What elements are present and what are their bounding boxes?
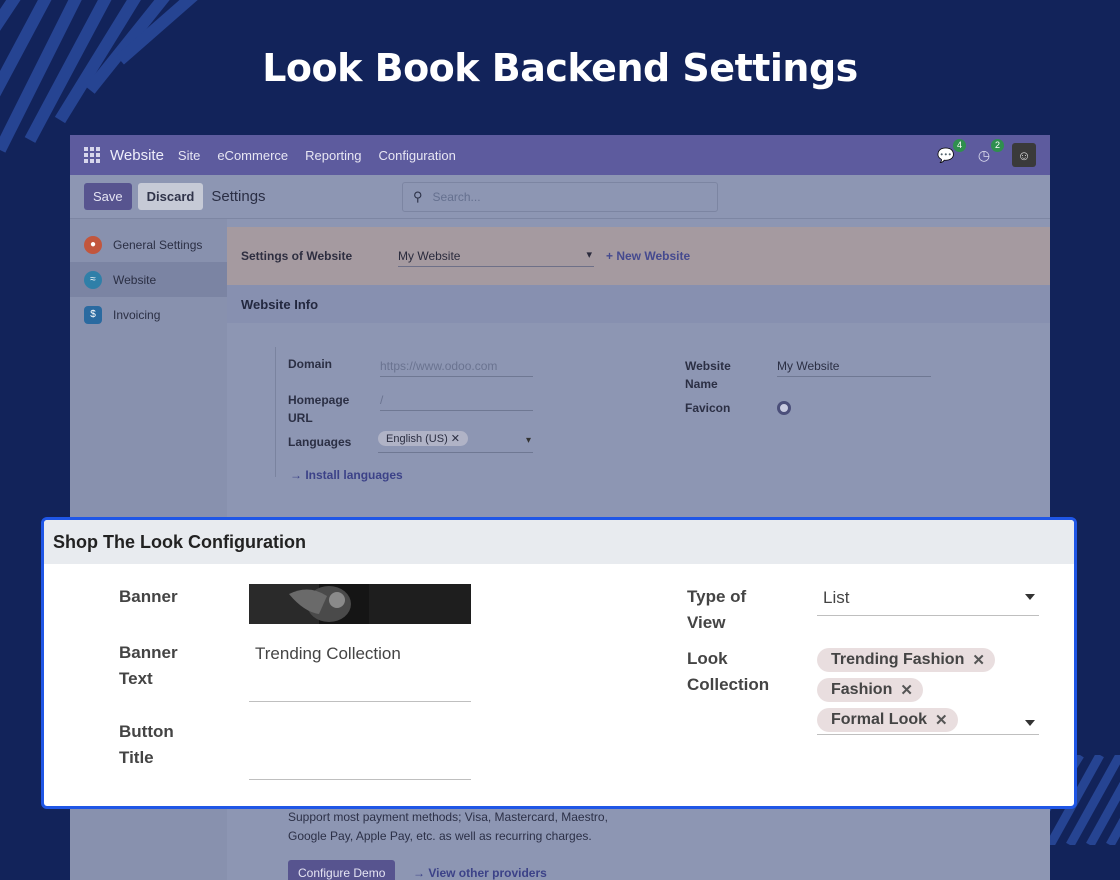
domain-field[interactable]: https://www.odoo.com: [380, 359, 533, 377]
sidebar-item-invoicing[interactable]: $ Invoicing: [70, 297, 227, 332]
messages-icon[interactable]: 💬 4: [936, 139, 966, 165]
chevron-down-icon[interactable]: [1025, 720, 1035, 726]
arrow-right-icon: →: [413, 866, 425, 880]
avatar[interactable]: ☺: [1012, 143, 1036, 167]
configure-demo-button[interactable]: Configure Demo: [288, 860, 396, 880]
sidebar-item-label: General Settings: [113, 237, 203, 252]
shop-the-look-heading: Shop The Look Configuration: [44, 520, 1074, 564]
banner-label: Banner: [119, 587, 178, 606]
activities-count: 2: [990, 139, 1004, 152]
domain-label: Domain: [288, 357, 333, 371]
look-collection-field[interactable]: Trending Fashion ✕ Fashion ✕ Formal Look ✕: [817, 646, 1039, 735]
chevron-down-icon[interactable]: ▾: [526, 435, 531, 446]
app-brand[interactable]: Website: [110, 147, 164, 164]
new-website-link[interactable]: + New Website: [606, 249, 690, 263]
search-placeholder: Search...: [432, 190, 481, 204]
collection-tag-fashion[interactable]: Fashion ✕: [817, 678, 923, 702]
invoicing-icon: $: [84, 305, 102, 324]
website-selector-bar: Settings of Website My Website + New Web…: [227, 227, 1050, 285]
website-name-label: Website Name: [685, 359, 731, 391]
search-input[interactable]: ⚲ Search...: [402, 182, 718, 212]
arrow-right-icon: →: [290, 468, 302, 482]
sidebar-item-website[interactable]: ≈ Website: [70, 262, 227, 297]
language-tag[interactable]: English (US) ✕: [378, 431, 469, 446]
close-icon[interactable]: ✕: [900, 681, 913, 699]
messages-count: 4: [952, 139, 966, 152]
banner-text-label: Banner Text: [119, 643, 178, 688]
breadcrumb-title: Settings: [211, 188, 266, 205]
sidebar-item-label: Website: [113, 272, 157, 287]
menu-site[interactable]: Site: [178, 148, 200, 163]
apps-menu-icon[interactable]: [84, 147, 100, 163]
banner-photo-icon: [249, 584, 471, 624]
page-title: Look Book Backend Settings: [262, 46, 858, 90]
menu-ecommerce[interactable]: eCommerce: [217, 148, 288, 163]
homepage-url-label: Homepage URL: [288, 393, 350, 425]
collection-tag-formal-look[interactable]: Formal Look ✕: [817, 708, 958, 732]
website-select[interactable]: My Website: [398, 246, 594, 267]
odoo-icon: ●: [84, 235, 102, 254]
close-icon[interactable]: ✕: [972, 651, 985, 669]
chevron-down-icon[interactable]: [1025, 594, 1035, 600]
languages-field[interactable]: English (US) ✕ ▾: [378, 431, 533, 453]
payment-description: Support most payment methods; Visa, Mast…: [288, 810, 608, 843]
banner-text-field[interactable]: Trending Collection: [249, 644, 471, 702]
install-languages-link[interactable]: → Install languages: [290, 468, 403, 482]
divider: [275, 347, 276, 477]
languages-label: Languages: [288, 435, 352, 449]
button-title-field[interactable]: [249, 730, 471, 780]
collection-tag-trending-fashion[interactable]: Trending Fashion ✕: [817, 648, 995, 672]
view-other-providers-link[interactable]: → View other providers: [413, 866, 547, 880]
shop-the-look-card: Shop The Look Configuration Banner Banne…: [41, 517, 1077, 809]
discard-button[interactable]: Discard: [137, 183, 204, 210]
banner-image[interactable]: [249, 584, 471, 624]
menu-reporting[interactable]: Reporting: [305, 148, 361, 163]
button-title-label: Button Title: [119, 722, 174, 767]
search-icon: ⚲: [413, 189, 423, 204]
save-button[interactable]: Save: [84, 183, 132, 210]
sidebar-item-general-settings[interactable]: ● General Settings: [70, 227, 227, 262]
website-selector-label: Settings of Website: [241, 249, 353, 263]
top-navbar: Website Site eCommerce Reporting Configu…: [70, 135, 1050, 175]
menu-configuration[interactable]: Configuration: [379, 148, 456, 163]
favicon-image[interactable]: [777, 401, 791, 415]
type-of-view-select[interactable]: List: [817, 586, 1039, 616]
sidebar-item-label: Invoicing: [113, 307, 161, 322]
activities-icon[interactable]: ◷ 2: [974, 139, 1004, 165]
website-icon: ≈: [84, 270, 102, 289]
website-info-heading: Website Info: [227, 285, 1050, 323]
look-collection-label: Look Collection: [687, 649, 770, 694]
type-of-view-value: List: [823, 588, 850, 607]
type-of-view-label: Type of View: [687, 587, 747, 632]
website-name-field[interactable]: My Website: [777, 359, 931, 377]
homepage-url-field[interactable]: /: [380, 393, 533, 411]
close-icon[interactable]: ✕: [935, 711, 948, 729]
favicon-label: Favicon: [685, 401, 731, 415]
